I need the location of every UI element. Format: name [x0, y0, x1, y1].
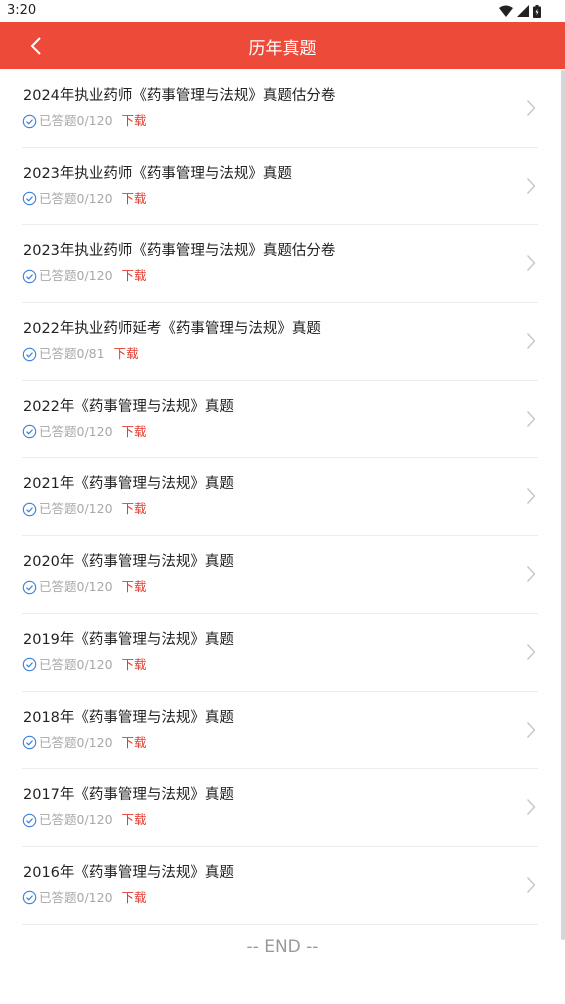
chevron-right-icon	[527, 100, 536, 116]
item-title: 2024年执业药师《药事管理与法规》真题估分卷	[23, 88, 336, 104]
list-item[interactable]: 2023年执业药师《药事管理与法规》真题已答题0/120 下载	[22, 148, 538, 226]
check-circle-icon	[22, 580, 37, 594]
scrollbar[interactable]	[561, 70, 565, 940]
check-circle-icon	[22, 891, 37, 905]
item-title: 2022年执业药师延考《药事管理与法规》真题	[23, 321, 321, 338]
list-item[interactable]: 2020年《药事管理与法规》真题已答题0/120 下载	[22, 536, 538, 614]
item-meta: 已答题0/120 下载	[22, 654, 147, 673]
exam-list: 2024年执业药师《药事管理与法规》真题估分卷 已答题0/120 下载 2023年执业…	[0, 70, 560, 925]
download-link[interactable]: 下载	[122, 188, 147, 207]
progress-text: 已答题0/120	[39, 268, 113, 284]
item-meta: 已答题0/120 下载	[22, 576, 147, 595]
progress-text: 已答题0/120	[39, 889, 113, 905]
item-meta: 已答题0/120 下载	[22, 188, 147, 207]
download-link[interactable]: 下载	[122, 110, 147, 129]
item-meta: 已答题0/120 下载	[22, 421, 147, 440]
chevron-right-icon	[527, 488, 536, 505]
signal-icon	[517, 5, 529, 17]
download-link[interactable]: 下载	[122, 732, 147, 751]
page-title: 历年真题	[248, 39, 317, 59]
item-title: 2021年《药事管理与法规》真题	[23, 476, 234, 493]
wifi-icon	[499, 5, 513, 17]
list-item[interactable]: 2019年《药事管理与法规》真题已答题0/120 下载	[22, 614, 538, 692]
status-time: 3:20	[7, 3, 37, 18]
list-item[interactable]: 2022年执业药师延考《药事管理与法规》真题已答题0/81 下载	[22, 303, 538, 381]
download-link[interactable]: 下载	[122, 421, 147, 440]
item-title: 2017年《药事管理与法规》真题	[23, 787, 234, 804]
download-link[interactable]: 下载	[122, 887, 147, 906]
check-circle-icon	[22, 191, 37, 206]
status-bar: 3:20	[0, 0, 565, 22]
item-meta: 已答题0/120 下载	[22, 265, 147, 284]
check-circle-icon	[22, 114, 37, 128]
download-link[interactable]: 下载	[114, 343, 139, 362]
item-title: 2016年《药事管理与法规》真题	[23, 864, 234, 881]
check-circle-icon	[22, 813, 37, 827]
list-item[interactable]: 2021年《药事管理与法规》真题已答题0/120 下载	[22, 458, 538, 537]
check-circle-icon	[22, 425, 37, 439]
download-link[interactable]: 下载	[122, 576, 147, 595]
item-title: 2022年《药事管理与法规》真题	[23, 398, 234, 415]
item-title: 2023年执业药师《药事管理与法规》真题估分卷	[23, 243, 336, 260]
battery-icon	[533, 4, 541, 18]
end-text: -- END --	[246, 937, 319, 957]
progress-text: 已答题0/120	[39, 423, 113, 439]
item-meta: 已答题0/81 下载	[22, 343, 139, 362]
progress-text: 已答题0/81	[39, 346, 105, 362]
chevron-right-icon	[527, 177, 536, 194]
download-link[interactable]: 下载	[122, 265, 147, 284]
check-circle-icon	[22, 269, 37, 284]
list-item[interactable]: 2018年《药事管理与法规》真题已答题0/120 下载	[22, 692, 538, 770]
item-title: 2023年执业药师《药事管理与法规》真题	[23, 165, 292, 182]
download-link[interactable]: 下载	[122, 498, 147, 517]
progress-text: 已答题0/120	[39, 812, 113, 828]
chevron-right-icon	[527, 410, 536, 427]
list-item[interactable]: 2023年执业药师《药事管理与法规》真题估分卷已答题0/120 下载	[22, 225, 538, 304]
item-meta: 已答题0/120 下载	[22, 110, 147, 129]
check-circle-icon	[22, 658, 37, 672]
item-meta: 已答题0/120 下载	[22, 887, 147, 906]
progress-text: 已答题0/120	[39, 734, 113, 750]
chevron-right-icon	[527, 721, 536, 738]
item-meta: 已答题0/120 下载	[22, 809, 147, 828]
check-circle-icon	[22, 502, 37, 517]
progress-text: 已答题0/120	[39, 113, 113, 128]
check-circle-icon	[22, 347, 37, 361]
list-item[interactable]: 2024年执业药师《药事管理与法规》真题估分卷已答题0/120 下载	[22, 70, 538, 148]
list-item[interactable]: 2017年《药事管理与法规》真题已答题0/120 下载	[22, 769, 538, 847]
chevron-right-icon	[527, 643, 536, 660]
item-meta: 已答题0/120 下载	[22, 732, 147, 751]
download-link[interactable]: 下载	[122, 654, 147, 673]
check-circle-icon	[22, 735, 37, 750]
app-bar: 历年真题	[0, 22, 565, 69]
download-link[interactable]: 下载	[122, 809, 147, 828]
list-item[interactable]: 2022年《药事管理与法规》真题已答题0/120 下载	[22, 381, 538, 459]
item-title: 2019年《药事管理与法规》真题	[23, 631, 234, 648]
item-meta: 已答题0/120 下载	[22, 498, 147, 517]
chevron-right-icon	[527, 333, 536, 350]
chevron-right-icon	[527, 799, 536, 816]
progress-text: 已答题0/120	[39, 190, 113, 206]
progress-text: 已答题0/120	[39, 501, 113, 517]
progress-text: 已答题0/120	[39, 656, 113, 672]
chevron-right-icon	[527, 566, 536, 583]
progress-text: 已答题0/120	[39, 579, 113, 595]
chevron-right-icon	[527, 876, 536, 893]
item-title: 2020年《药事管理与法规》真题	[23, 554, 234, 571]
list-item[interactable]: 2016年《药事管理与法规》真题已答题0/120 下载	[22, 847, 538, 925]
chevron-right-icon	[527, 255, 536, 272]
item-title: 2018年《药事管理与法规》真题	[23, 709, 234, 726]
status-icons	[499, 4, 541, 18]
